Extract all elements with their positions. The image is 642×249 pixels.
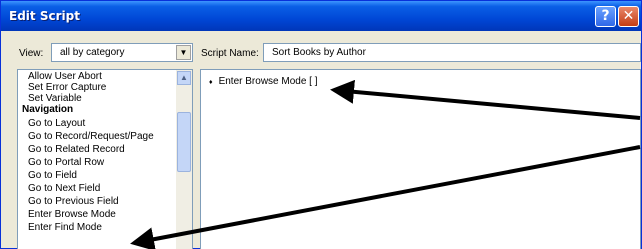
scroll-up-icon: ▲ — [180, 73, 188, 82]
script-name-value: Sort Books by Author — [272, 47, 366, 58]
step-item-set-variable[interactable]: Set Variable — [28, 93, 82, 104]
edit-script-window: Edit Script ? ✕ View: all by category ▼ … — [0, 0, 642, 249]
step-item-allow-user-abort[interactable]: Allow User Abort — [28, 71, 102, 82]
step-item-go-to-field[interactable]: Go to Field — [28, 170, 77, 181]
script-editor[interactable]: ♦ Enter Browse Mode [ ] — [200, 69, 641, 249]
close-icon: ✕ — [622, 8, 635, 24]
step-item-go-to-next-field[interactable]: Go to Next Field — [28, 183, 100, 194]
view-select-value: all by category — [60, 47, 125, 58]
close-button[interactable]: ✕ — [618, 6, 639, 27]
scroll-thumb[interactable] — [177, 112, 191, 172]
scroll-up-button[interactable]: ▲ — [177, 71, 191, 85]
bullet-icon: ♦ — [209, 79, 213, 86]
step-item-go-to-layout[interactable]: Go to Layout — [28, 118, 85, 129]
step-category-navigation: Navigation — [22, 104, 74, 115]
help-button[interactable]: ? — [595, 6, 616, 27]
script-steps-list[interactable]: Allow User Abort Set Error Capture Set V… — [17, 69, 193, 249]
step-item-enter-find-mode[interactable]: Enter Find Mode — [28, 222, 102, 233]
window-title: Edit Script — [9, 9, 80, 23]
title-bar[interactable]: Edit Script ? ✕ — [1, 1, 641, 31]
step-item-set-error-capture[interactable]: Set Error Capture — [28, 82, 106, 93]
steps-scrollbar[interactable]: ▲ — [176, 70, 192, 249]
chevron-down-icon: ▼ — [179, 48, 188, 57]
step-item-enter-browse-mode[interactable]: Enter Browse Mode — [28, 209, 116, 220]
view-dropdown-button[interactable]: ▼ — [176, 45, 191, 60]
script-name-field[interactable]: Sort Books by Author — [263, 43, 641, 62]
help-icon: ? — [601, 8, 610, 24]
script-step-text: Enter Browse Mode [ ] — [218, 76, 318, 87]
view-select[interactable]: all by category ▼ — [51, 43, 193, 62]
script-name-label: Script Name: — [201, 48, 259, 59]
step-item-go-to-previous-field[interactable]: Go to Previous Field — [28, 196, 119, 207]
view-label: View: — [19, 48, 44, 59]
step-item-go-to-portal-row[interactable]: Go to Portal Row — [28, 157, 104, 168]
script-step-line[interactable]: ♦ Enter Browse Mode [ ] — [209, 76, 318, 87]
step-item-go-to-related-record[interactable]: Go to Related Record — [28, 144, 125, 155]
step-item-go-to-record-request-page[interactable]: Go to Record/Request/Page — [28, 131, 154, 142]
